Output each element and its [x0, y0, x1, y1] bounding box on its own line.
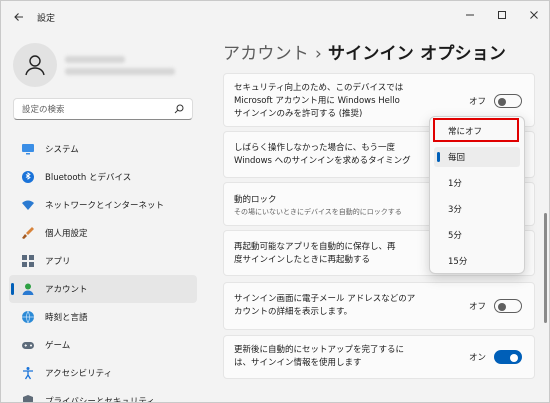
account-details-toggle[interactable] — [494, 299, 522, 313]
setting-text: サインイン画面に電子メール アドレスなどのア — [234, 294, 416, 304]
setting-text: しばらく操作しなかった場合に、もう一度 — [234, 143, 395, 153]
monitor-icon — [19, 140, 37, 158]
toggle-state-label: オフ — [468, 302, 486, 312]
sidebar-item-label: 時刻と言語 — [45, 313, 88, 323]
gamepad-icon — [19, 336, 37, 354]
auto-setup-toggle[interactable] — [494, 350, 522, 364]
accessibility-icon — [19, 364, 37, 382]
breadcrumb-current: サインイン オプション — [328, 44, 507, 64]
setting-text: セキュリティ向上のため、このデバイスでは — [234, 83, 404, 93]
sidebar-item-time-language[interactable]: 時刻と言語 — [9, 303, 197, 331]
minimize-button[interactable] — [453, 1, 487, 29]
title-bar: 設定 — [1, 1, 549, 33]
dropdown-option-5min[interactable]: 5分 — [434, 225, 520, 245]
breadcrumb-separator: › — [315, 44, 322, 64]
search-icon — [174, 104, 184, 114]
sidebar-item-bluetooth[interactable]: Bluetooth とデバイス — [9, 163, 197, 191]
close-button[interactable] — [517, 1, 549, 29]
sidebar-item-personalization[interactable]: 個人用設定 — [9, 219, 197, 247]
setting-text: 再起動可能なアプリを自動的に保存し、再 — [234, 242, 396, 252]
setting-text: 度サインインしたときに再起動する — [234, 255, 371, 265]
maximize-icon — [498, 11, 506, 19]
account-details-setting: サインイン画面に電子メール アドレスなどのア カウントの詳細を表示します。 オフ — [223, 282, 535, 330]
blurred-user-info — [65, 51, 175, 80]
app-title: 設定 — [37, 14, 56, 24]
windows-hello-toggle[interactable] — [494, 94, 522, 108]
sidebar-item-label: アカウント — [45, 285, 88, 295]
search-input[interactable]: 設定の検索 — [22, 103, 174, 115]
setting-text: Windows へのサインインを求めるタイミング — [234, 156, 411, 166]
person-icon — [25, 55, 45, 76]
avatar — [13, 43, 57, 87]
sidebar-item-label: システム — [45, 145, 79, 155]
account-icon — [19, 280, 37, 298]
setting-title: 動的ロック — [234, 195, 277, 205]
sidebar-item-accounts[interactable]: アカウント — [9, 275, 197, 303]
apps-icon — [19, 252, 37, 270]
sidebar-item-gaming[interactable]: ゲーム — [9, 331, 197, 359]
highlight-annotation-box — [433, 118, 519, 142]
maximize-button[interactable] — [485, 1, 519, 29]
back-button[interactable] — [7, 5, 31, 29]
sidebar-item-label: アプリ — [45, 257, 71, 267]
sidebar-item-label: アクセシビリティ — [45, 369, 113, 379]
sidebar-nav: システム Bluetooth とデバイス ネットワークとインターネット 個人用設… — [9, 135, 197, 403]
sidebar-item-privacy[interactable]: プライバシーとセキュリティ — [9, 387, 197, 403]
setting-subtitle: その場にいないときにデバイスを自動的にロックする — [234, 208, 402, 216]
dropdown-option-1min[interactable]: 1分 — [434, 173, 520, 193]
auto-setup-setting: 更新後に自動的にセットアップを完了するに は、サインイン情報を使用します オン — [223, 335, 535, 379]
dropdown-option-every-time[interactable]: 毎回 — [434, 147, 520, 167]
setting-text: サインインのみを許可する (推奨) — [234, 109, 363, 119]
sidebar-item-label: 個人用設定 — [45, 229, 88, 239]
minimize-icon — [466, 14, 474, 16]
back-arrow-icon — [14, 13, 23, 21]
bluetooth-icon — [19, 168, 37, 186]
page-title: アカウント › サインイン オプション — [223, 39, 506, 64]
shield-icon — [19, 392, 37, 402]
sidebar-item-label: プライバシーとセキュリティ — [45, 397, 155, 403]
settings-window: 設定 設定の検索 システム Bluetooth とデバイス ネットワークとインタ… — [0, 0, 550, 403]
sidebar-item-label: Bluetooth とデバイス — [45, 173, 132, 183]
sidebar-item-accessibility[interactable]: アクセシビリティ — [9, 359, 197, 387]
settings-search-box[interactable]: 設定の検索 — [13, 98, 193, 120]
network-icon — [19, 196, 37, 214]
sidebar-item-apps[interactable]: アプリ — [9, 247, 197, 275]
user-profile[interactable] — [13, 43, 175, 87]
scrollbar-thumb[interactable] — [544, 213, 547, 323]
toggle-state-label: オン — [468, 353, 486, 363]
sidebar-item-network[interactable]: ネットワークとインターネット — [9, 191, 197, 219]
setting-text: は、サインイン情報を使用します — [234, 358, 362, 368]
sidebar-item-label: ネットワークとインターネット — [45, 201, 165, 211]
close-icon — [530, 11, 538, 19]
globe-clock-icon — [19, 308, 37, 326]
breadcrumb-parent[interactable]: アカウント — [223, 44, 309, 64]
sidebar-item-label: ゲーム — [45, 341, 71, 351]
dropdown-option-15min[interactable]: 15分 — [434, 251, 520, 271]
setting-text: カウントの詳細を表示します。 — [234, 307, 353, 317]
toggle-state-label: オフ — [468, 97, 486, 107]
brush-icon — [19, 224, 37, 242]
setting-text: 更新後に自動的にセットアップを完了するに — [234, 345, 405, 355]
dropdown-option-3min[interactable]: 3分 — [434, 199, 520, 219]
setting-text: Microsoft アカウント用に Windows Hello — [234, 96, 400, 106]
sidebar-item-system[interactable]: システム — [9, 135, 197, 163]
